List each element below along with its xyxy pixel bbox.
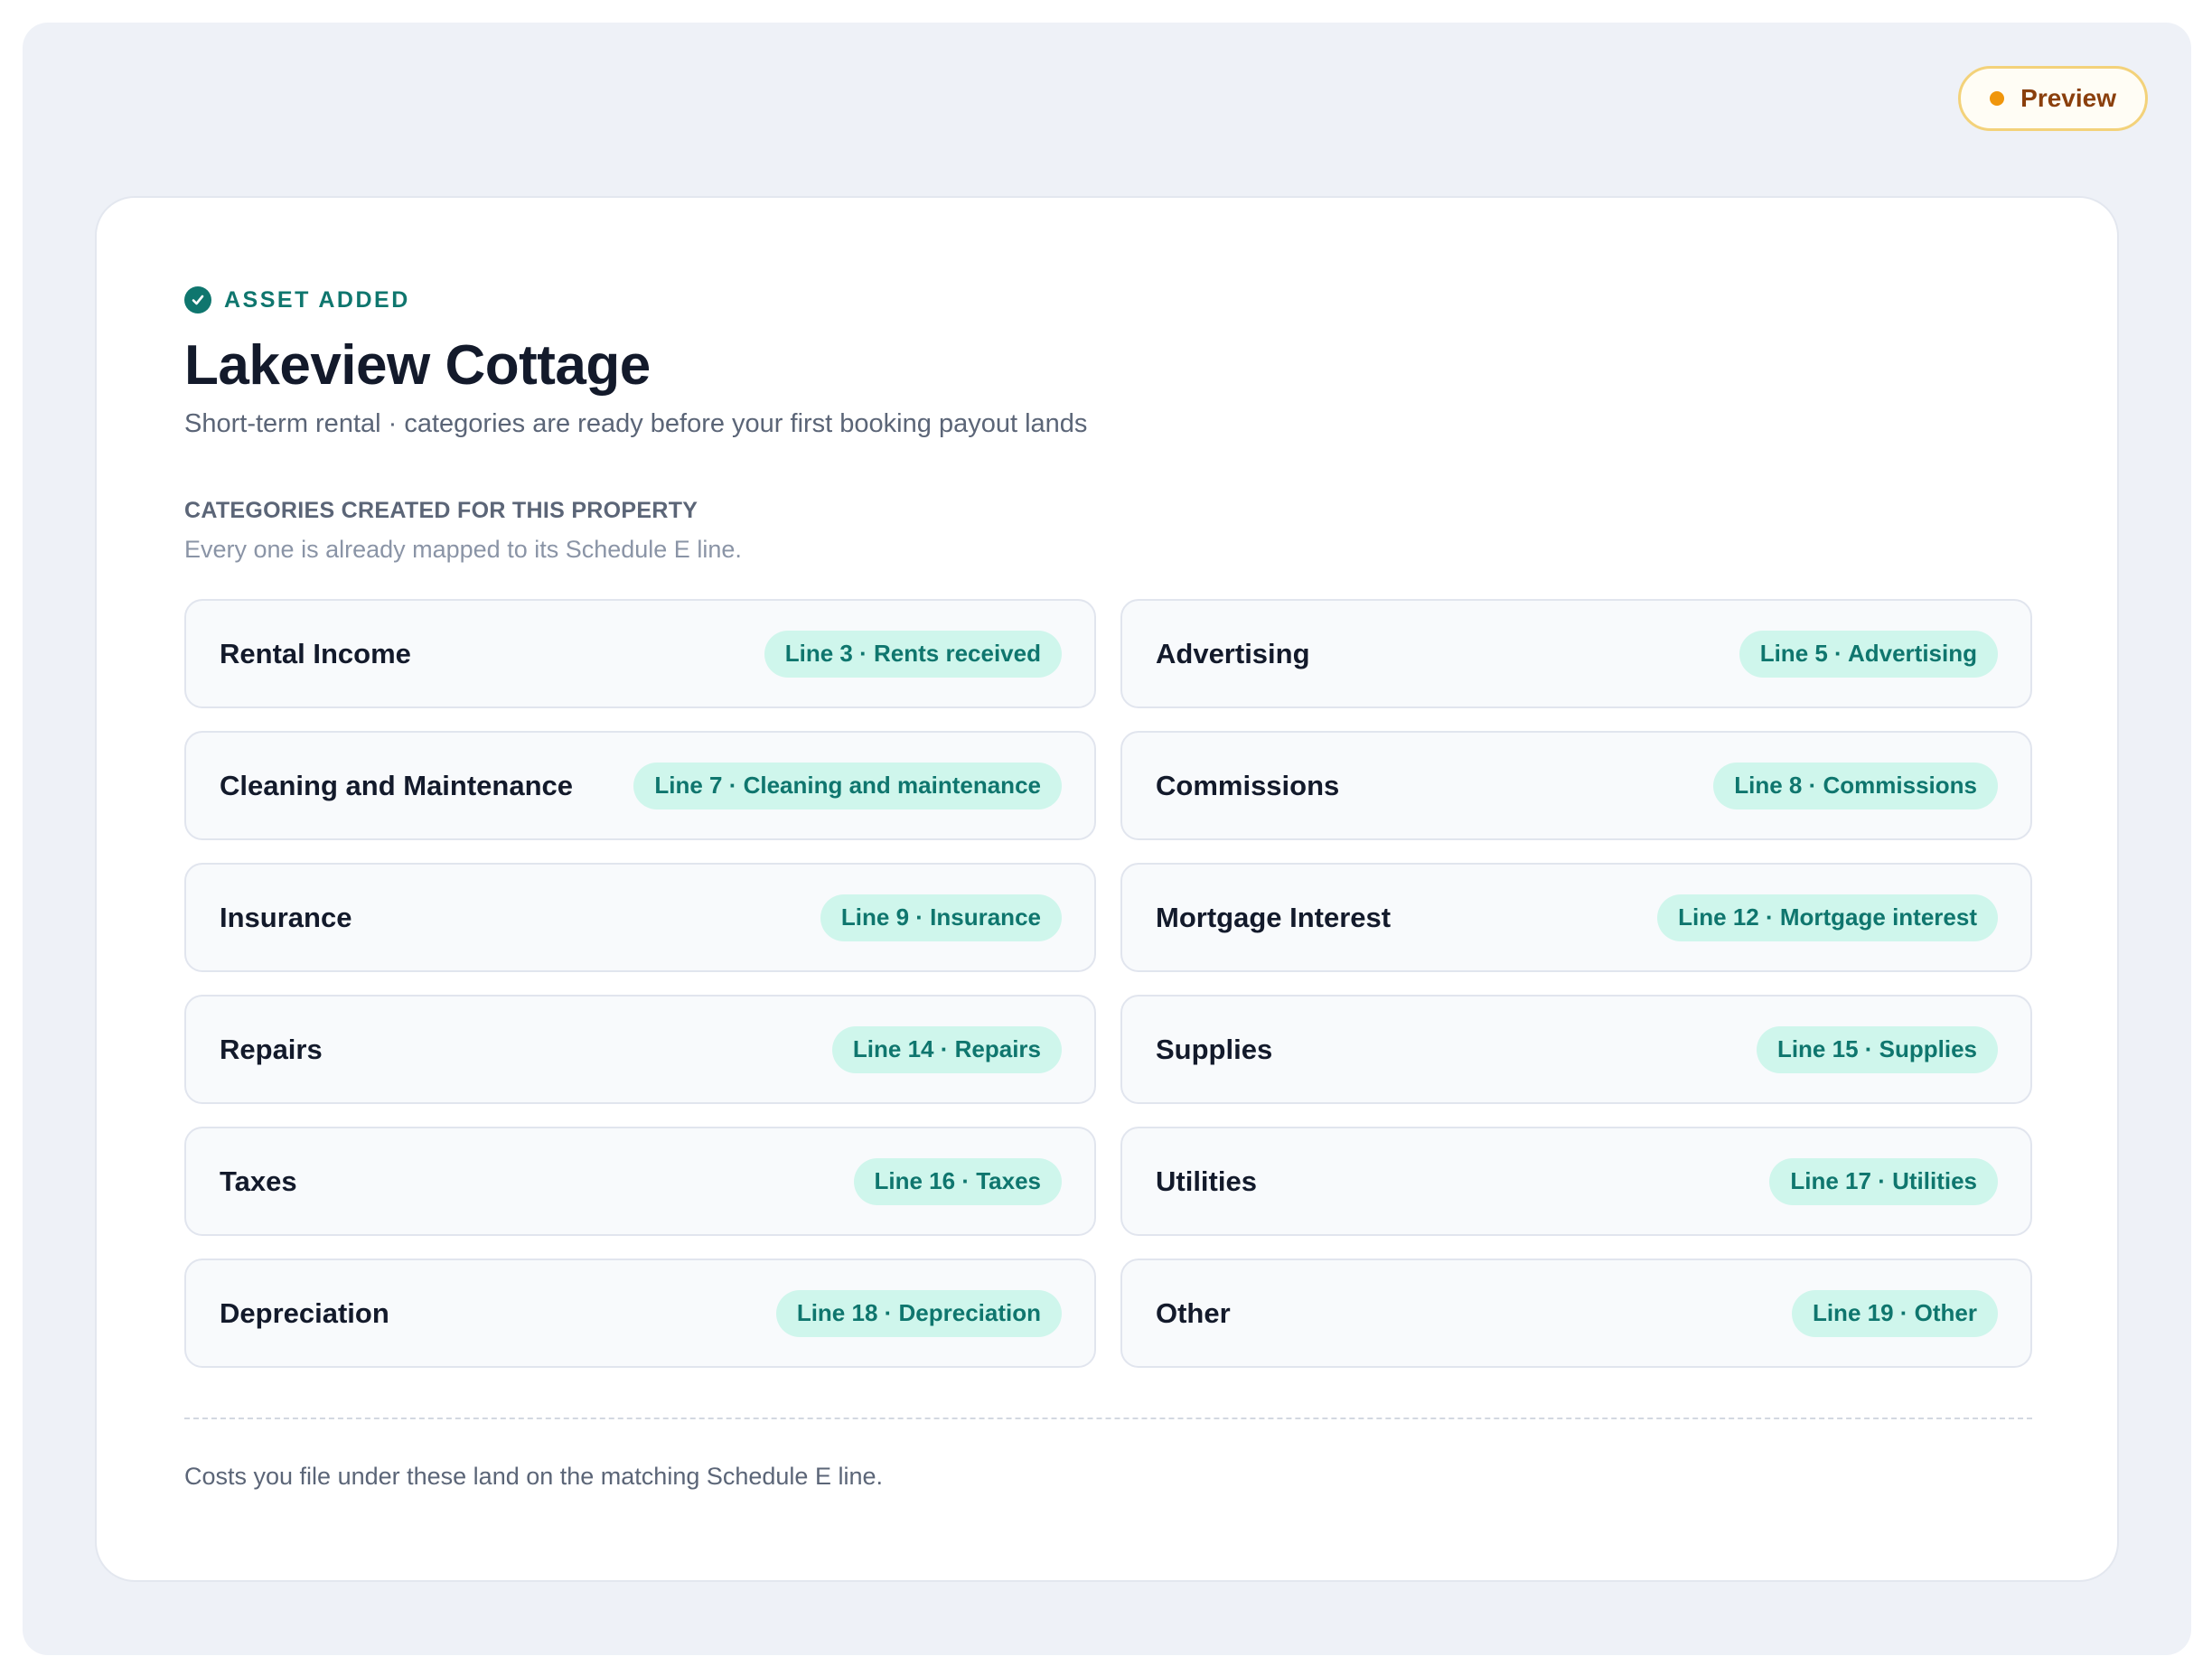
category-row[interactable]: Rental Income Line 3 · Rents received (184, 599, 1096, 708)
section-hint: Every one is already mapped to its Sched… (184, 536, 742, 563)
category-row[interactable]: Depreciation Line 18 · Depreciation (184, 1259, 1096, 1368)
divider (184, 1418, 2032, 1419)
asset-added-status: ASSET ADDED (184, 286, 410, 313)
category-name: Advertising (1156, 637, 1310, 669)
schedule-e-line-badge: Line 17 · Utilities (1769, 1157, 1998, 1205)
schedule-e-line-badge: Line 7 · Cleaning and maintenance (633, 762, 1062, 809)
category-row[interactable]: Mortgage Interest Line 12 · Mortgage int… (1120, 863, 2032, 972)
category-grid: Rental Income Line 3 · Rents received Ad… (184, 599, 2032, 1368)
category-row[interactable]: Other Line 19 · Other (1120, 1259, 2032, 1368)
schedule-e-line-badge: Line 14 · Repairs (831, 1025, 1062, 1073)
page-title: Lakeview Cottage (184, 334, 651, 397)
category-row[interactable]: Advertising Line 5 · Advertising (1120, 599, 2032, 708)
check-circle-icon (184, 286, 211, 313)
schedule-e-line-badge: Line 3 · Rents received (764, 630, 1062, 678)
category-name: Commissions (1156, 769, 1340, 801)
footnote: Costs you file under these land on the m… (184, 1463, 883, 1490)
category-name: Insurance (220, 901, 352, 933)
category-name: Cleaning and Maintenance (220, 769, 574, 801)
category-name: Rental Income (220, 637, 411, 669)
category-name: Utilities (1156, 1165, 1257, 1197)
status-label: ASSET ADDED (224, 286, 410, 313)
category-name: Taxes (220, 1165, 297, 1197)
schedule-e-line-badge: Line 16 · Taxes (853, 1157, 1062, 1205)
category-row[interactable]: Taxes Line 16 · Taxes (184, 1127, 1096, 1236)
category-name: Depreciation (220, 1296, 389, 1329)
schedule-e-line-badge: Line 19 · Other (1791, 1289, 1998, 1337)
category-row[interactable]: Cleaning and Maintenance Line 7 · Cleani… (184, 731, 1096, 840)
category-row[interactable]: Utilities Line 17 · Utilities (1120, 1127, 2032, 1236)
schedule-e-line-badge: Line 12 · Mortgage interest (1657, 894, 1998, 941)
status-dot-icon (1990, 91, 2005, 106)
section-heading: CATEGORIES CREATED FOR THIS PROPERTY (184, 498, 698, 523)
category-row[interactable]: Supplies Line 15 · Supplies (1120, 995, 2032, 1104)
preview-button[interactable]: Preview (1958, 66, 2148, 131)
category-row[interactable]: Insurance Line 9 · Insurance (184, 863, 1096, 972)
category-name: Other (1156, 1296, 1231, 1329)
schedule-e-line-badge: Line 9 · Insurance (820, 894, 1062, 941)
category-row[interactable]: Commissions Line 8 · Commissions (1120, 731, 2032, 840)
category-name: Mortgage Interest (1156, 901, 1392, 933)
schedule-e-line-badge: Line 8 · Commissions (1713, 762, 1998, 809)
schedule-e-line-badge: Line 5 · Advertising (1739, 630, 1998, 678)
schedule-e-line-badge: Line 15 · Supplies (1756, 1025, 1998, 1073)
preview-label: Preview (2020, 84, 2116, 112)
schedule-e-line-badge: Line 18 · Depreciation (775, 1289, 1062, 1337)
page-subtitle: Short-term rental · categories are ready… (184, 409, 1088, 438)
asset-card: ASSET ADDED Lakeview Cottage Short-term … (95, 196, 2119, 1582)
category-name: Repairs (220, 1033, 323, 1065)
app-frame: Preview ASSET ADDED Lakeview Cottage Sho… (23, 23, 2191, 1655)
category-name: Supplies (1156, 1033, 1273, 1065)
category-row[interactable]: Repairs Line 14 · Repairs (184, 995, 1096, 1104)
